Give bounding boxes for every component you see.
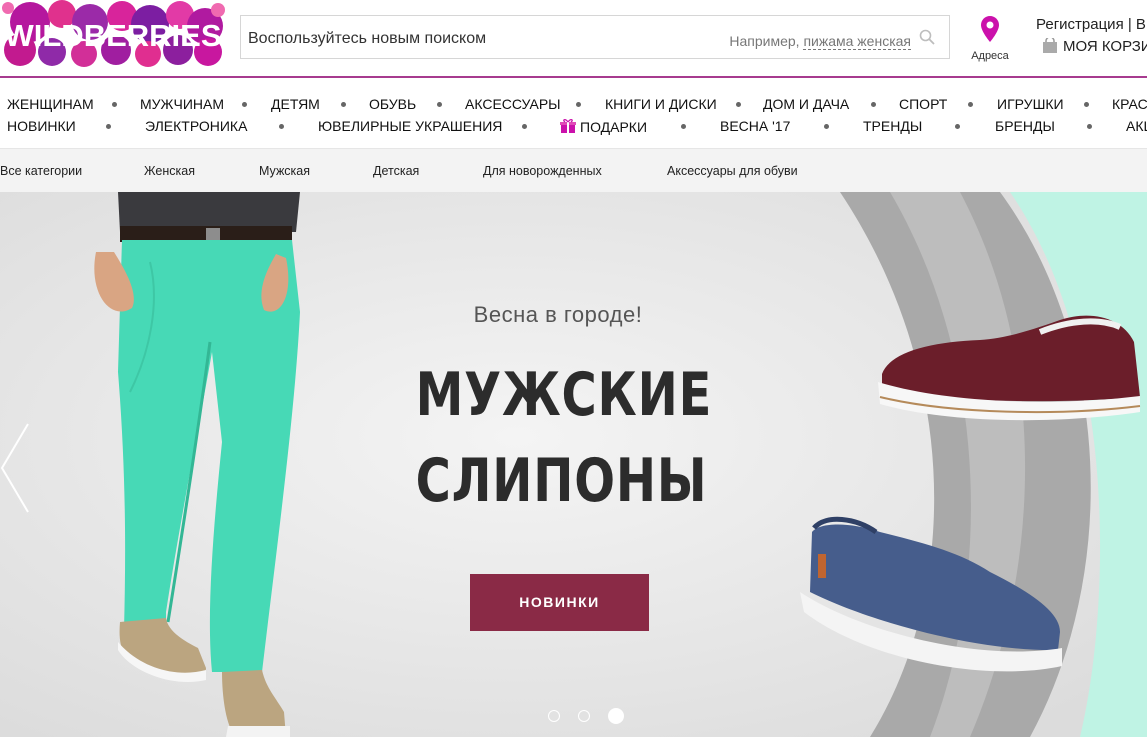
banner-headline-line1: МУЖСКИЕ xyxy=(415,360,713,430)
nav-separator xyxy=(736,102,741,107)
nav-promo[interactable]: АКЦ xyxy=(1126,118,1147,134)
category-nav: ЖЕНЩИНАМ МУЖЧИНАМ ДЕТЯМ ОБУВЬ АКСЕССУАРЫ… xyxy=(0,78,1147,149)
nav-shoes[interactable]: ОБУВЬ xyxy=(369,96,416,112)
nav-separator xyxy=(824,124,829,129)
search-icon[interactable] xyxy=(919,29,935,50)
nav-jewelry[interactable]: ЮВЕЛИРНЫЕ УКРАШЕНИЯ xyxy=(318,118,502,134)
prev-slide-arrow-icon[interactable] xyxy=(0,422,30,519)
nav-men[interactable]: МУЖЧИНАМ xyxy=(140,96,224,112)
subcat-all[interactable]: Все категории xyxy=(0,164,82,178)
nav-electronics[interactable]: ЭЛЕКТРОНИКА xyxy=(145,118,247,134)
nav-gifts[interactable]: ПОДАРКИ xyxy=(560,118,647,137)
logo-text: WILDBERRIES xyxy=(5,18,222,53)
nav-separator xyxy=(871,102,876,107)
subcat-women[interactable]: Женская xyxy=(144,164,195,178)
nav-books[interactable]: КНИГИ И ДИСКИ xyxy=(605,96,717,112)
nav-spring17[interactable]: ВЕСНА '17 xyxy=(720,118,790,134)
nav-separator xyxy=(279,124,284,129)
slide-indicator xyxy=(548,707,642,725)
subcategory-nav: Все категории Женская Мужская Детская Дл… xyxy=(0,149,1147,192)
nav-kids[interactable]: ДЕТЯМ xyxy=(271,96,320,112)
subcat-shoe-accessories[interactable]: Аксессуары для обуви xyxy=(667,164,798,178)
banner-tagline: Весна в городе! xyxy=(473,302,643,327)
subcat-newborn[interactable]: Для новорожденных xyxy=(483,164,602,178)
slide-dot-2[interactable] xyxy=(578,709,590,722)
wildberries-logo[interactable]: WILDBERRIES xyxy=(0,0,226,70)
nav-home[interactable]: ДОМ И ДАЧА xyxy=(763,96,849,112)
nav-separator xyxy=(106,124,111,129)
nav-separator xyxy=(576,102,581,107)
nav-brands[interactable]: БРЕНДЫ xyxy=(995,118,1055,134)
site-header: WILDBERRIES Воспользуйтесь новым поиском… xyxy=(0,0,1147,78)
slide-dot-3-active[interactable] xyxy=(608,707,624,724)
nav-separator xyxy=(1087,124,1092,129)
slide-dot-1[interactable] xyxy=(548,709,560,722)
nav-new[interactable]: НОВИНКИ xyxy=(7,118,76,134)
search-box[interactable]: Воспользуйтесь новым поиском Например, п… xyxy=(240,15,950,59)
nav-sport[interactable]: СПОРТ xyxy=(899,96,947,112)
cart-link[interactable]: МОЯ КОРЗИ xyxy=(1043,36,1147,55)
subcat-kids[interactable]: Детская xyxy=(373,164,419,178)
nav-separator xyxy=(522,124,527,129)
search-example-link[interactable]: пижама женская xyxy=(803,33,911,50)
nav-toys[interactable]: ИГРУШКИ xyxy=(997,96,1064,112)
subcat-men[interactable]: Мужская xyxy=(259,164,310,178)
gift-icon xyxy=(560,118,576,137)
nav-women[interactable]: ЖЕНЩИНАМ xyxy=(7,96,94,112)
nav-separator xyxy=(1084,102,1089,107)
addresses-label: Адреса xyxy=(971,50,1009,62)
nav-separator xyxy=(112,102,117,107)
search-input[interactable]: Воспользуйтесь новым поиском xyxy=(248,30,486,48)
promo-banner[interactable]: Весна в городе! МУЖСКИЕ СЛИПОНЫ НОВИНКИ xyxy=(0,192,1147,737)
nav-trends[interactable]: ТРЕНДЫ xyxy=(863,118,922,134)
new-arrivals-button[interactable]: НОВИНКИ xyxy=(470,574,649,631)
search-example-prefix: Например, xyxy=(729,33,800,49)
map-pin-icon xyxy=(981,16,999,46)
nav-separator xyxy=(341,102,346,107)
cart-label: МОЯ КОРЗИ xyxy=(1063,38,1147,55)
search-example: Например, пижама женская xyxy=(729,33,911,50)
nav-accessories[interactable]: АКСЕССУАРЫ xyxy=(465,96,561,112)
nav-separator xyxy=(968,102,973,107)
nav-gifts-label: ПОДАРКИ xyxy=(580,119,648,135)
addresses-link[interactable]: Адреса xyxy=(968,16,1012,62)
nav-separator xyxy=(437,102,442,107)
banner-headline: МУЖСКИЕ СЛИПОНЫ xyxy=(415,352,713,524)
cart-bag-icon xyxy=(1043,36,1057,53)
banner-headline-line2: СЛИПОНЫ xyxy=(415,446,708,516)
nav-beauty[interactable]: КРАСО xyxy=(1112,96,1147,112)
nav-separator xyxy=(242,102,247,107)
nav-separator xyxy=(955,124,960,129)
nav-separator xyxy=(681,124,686,129)
register-link[interactable]: Регистрация | В xyxy=(1036,16,1146,33)
